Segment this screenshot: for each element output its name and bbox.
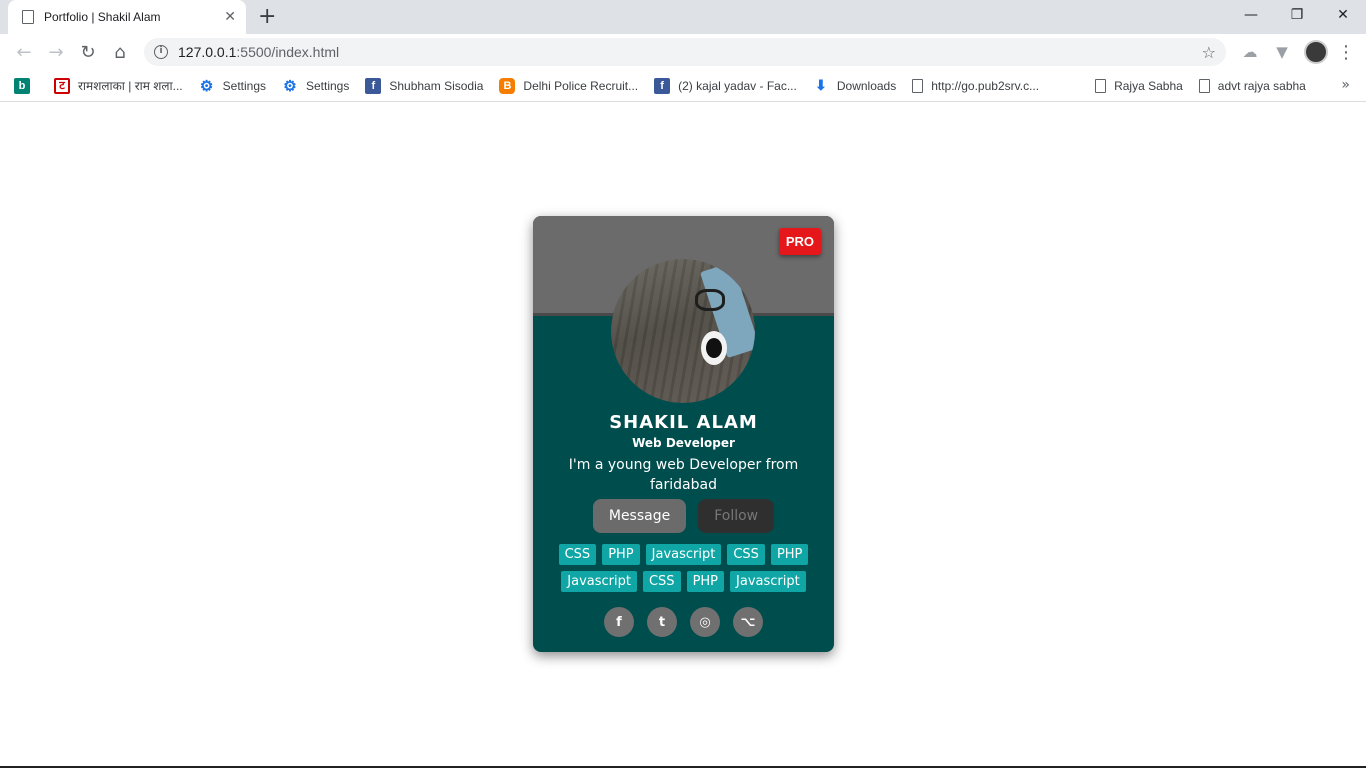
facebook-icon: f <box>654 77 671 94</box>
bookmark-label: (2) kajal yadav - Fac... <box>678 78 797 93</box>
profile-avatar[interactable] <box>1304 40 1328 64</box>
forward-button[interactable]: → <box>40 36 72 68</box>
url-host: 127.0.0.1 <box>178 44 237 60</box>
bookmark-ramshalaka[interactable]: ट रामशलाका | राम शला... <box>46 72 191 100</box>
action-buttons: Message Follow <box>533 499 834 533</box>
profile-bio: I'm a young web Developer from faridabad <box>568 457 799 493</box>
profile-card: PRO SHAKIL ALAM Web Developer I'm a youn… <box>533 216 834 652</box>
gear-icon: ⚙ <box>199 77 214 95</box>
bookmark-bing[interactable]: b <box>6 72 46 100</box>
bookmark-settings[interactable]: ⚙ Settings <box>191 72 274 100</box>
tab-strip: Portfolio | Shakil Alam ✕ + — ❐ ✕ <box>0 0 1366 34</box>
tab-close-icon[interactable]: ✕ <box>224 9 236 25</box>
maximize-button[interactable]: ❐ <box>1274 0 1320 30</box>
bookmark-label: Settings <box>222 78 266 93</box>
bookmark-rajya-sabha[interactable]: Rajya Sabha <box>1087 72 1191 100</box>
page-content: PRO SHAKIL ALAM Web Developer I'm a youn… <box>0 102 1366 768</box>
browser-tab[interactable]: Portfolio | Shakil Alam ✕ <box>8 0 246 34</box>
follow-button[interactable]: Follow <box>698 499 775 533</box>
profile-role: Web Developer <box>632 436 735 450</box>
new-tab-button[interactable]: + <box>258 5 276 29</box>
cloud-extension-icon[interactable]: ☁ <box>1234 43 1266 61</box>
browser-menu-icon[interactable]: ⋮ <box>1334 42 1358 63</box>
bookmark-star-icon[interactable]: ☆ <box>1202 43 1216 62</box>
bookmark-label: Downloads <box>836 78 897 93</box>
url-path: :5500/index.html <box>236 44 340 60</box>
twitter-icon[interactable]: t <box>647 607 677 637</box>
bookmark-label: Shubham Sisodia <box>389 78 484 93</box>
bookmarks-bar: b ट रामशलाका | राम शला... ⚙ Settings ⚙ S… <box>0 70 1366 102</box>
blogger-icon: B <box>499 77 516 94</box>
skill-tag: CSS <box>642 571 681 592</box>
skill-tag: PHP <box>770 544 809 565</box>
skill-tag: CSS <box>727 544 765 565</box>
skill-tag: Javascript <box>730 571 806 592</box>
bookmark-shubham[interactable]: f Shubham Sisodia <box>357 72 491 100</box>
bookmark-advt-rajya-sabha[interactable]: advt rajya sabha <box>1191 72 1314 100</box>
bookmark-delhi-police[interactable]: B Delhi Police Recruit... <box>491 72 646 100</box>
browser-toolbar: ← → ↻ ⌂ i 127.0.0.1 :5500/index.html ☆ ☁… <box>0 34 1366 70</box>
bookmark-label: Settings <box>306 78 350 93</box>
reload-button[interactable]: ↻ <box>72 36 104 68</box>
profile-photo <box>611 259 755 403</box>
github-icon[interactable]: ⌥ <box>733 607 763 637</box>
skill-tag: CSS <box>558 544 597 565</box>
bookmark-kajal[interactable]: f (2) kajal yadav - Fac... <box>646 72 805 100</box>
page-icon <box>1095 78 1107 93</box>
home-button[interactable]: ⌂ <box>104 36 136 68</box>
message-button[interactable]: Message <box>592 499 687 533</box>
pro-badge: PRO <box>778 228 821 255</box>
bookmark-label: Delhi Police Recruit... <box>523 78 639 93</box>
bookmark-label: advt rajya sabha <box>1217 78 1306 93</box>
browser-chrome: Portfolio | Shakil Alam ✕ + — ❐ ✕ ← → ↻ … <box>0 0 1366 102</box>
download-icon: ⬇ <box>814 77 827 93</box>
vpn-extension-icon[interactable]: ▼ <box>1266 43 1298 61</box>
page-icon <box>1198 78 1210 93</box>
skill-tag: PHP <box>602 544 640 565</box>
facebook-icon[interactable]: f <box>604 607 634 637</box>
bookmark-pub2srv[interactable]: http://go.pub2srv.c... <box>904 72 1047 100</box>
page-icon <box>912 78 924 93</box>
bookmark-label: Rajya Sabha <box>1114 78 1183 93</box>
close-window-button[interactable]: ✕ <box>1320 0 1366 30</box>
more-bookmarks-icon[interactable]: » <box>1341 77 1350 93</box>
bookmark-settings-2[interactable]: ⚙ Settings <box>274 72 357 100</box>
skills-list: CSS PHP Javascript CSS PHP Javascript CS… <box>547 544 820 592</box>
gear-icon: ⚙ <box>283 77 297 95</box>
bing-icon: b <box>14 77 30 94</box>
address-bar[interactable]: i 127.0.0.1 :5500/index.html ☆ <box>144 38 1226 66</box>
minimize-button[interactable]: — <box>1228 0 1274 30</box>
info-icon[interactable]: i <box>154 45 168 59</box>
bookmark-downloads[interactable]: ⬇ Downloads <box>805 72 904 100</box>
document-icon <box>22 10 34 24</box>
skill-tag: PHP <box>686 571 725 592</box>
window-controls: — ❐ ✕ <box>1228 0 1366 30</box>
bookmark-label: http://go.pub2srv.c... <box>931 78 1040 93</box>
skill-tag: Javascript <box>645 544 722 565</box>
bookmark-label: रामशलाका | राम शला... <box>78 79 183 93</box>
profile-name: SHAKIL ALAM <box>609 412 758 433</box>
tab-title: Portfolio | Shakil Alam <box>44 10 161 24</box>
facebook-icon: f <box>365 77 382 94</box>
ram-icon: ट <box>54 77 70 94</box>
instagram-icon[interactable]: ◎ <box>690 607 720 637</box>
social-links: f t ◎ ⌥ <box>533 607 834 637</box>
back-button[interactable]: ← <box>8 36 40 68</box>
skill-tag: Javascript <box>561 571 637 592</box>
